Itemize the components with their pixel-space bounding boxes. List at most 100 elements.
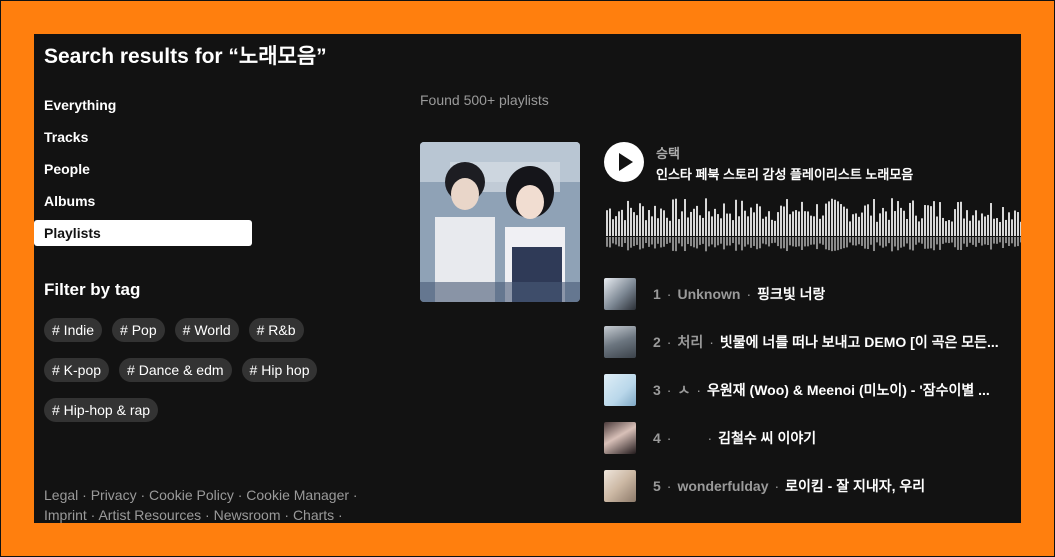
waveform-bar-reflection bbox=[777, 237, 779, 247]
tag-hip-hop-rap[interactable]: # Hip-hop & rap bbox=[44, 398, 159, 422]
track-row[interactable]: 4 · · 김철수 씨 이야기 bbox=[604, 422, 1021, 454]
waveform-bar bbox=[762, 218, 764, 236]
waveform-bar-reflection bbox=[696, 237, 698, 249]
track-title[interactable]: 빗물에 너를 떠나 보내고 DEMO [이 곡은 모든... bbox=[720, 332, 999, 352]
waveform-bar-reflection bbox=[621, 237, 623, 247]
track-row[interactable]: 5 · wonderfulday · 로이킴 - 잘 지내자, 우리 bbox=[604, 470, 1021, 502]
waveform-bar bbox=[810, 215, 812, 236]
waveform-bar bbox=[777, 212, 779, 236]
waveform-bar bbox=[696, 205, 698, 236]
playlist-cover-image[interactable] bbox=[420, 142, 580, 302]
waveform-bar-reflection bbox=[675, 237, 677, 252]
footer-links-line-2[interactable]: Imprint · Artist Resources · Newsroom · … bbox=[44, 505, 374, 523]
track-artwork bbox=[604, 470, 636, 502]
waveform-bar-reflection bbox=[633, 237, 635, 247]
waveform-bar-reflection bbox=[828, 237, 830, 251]
waveform-bar-reflection bbox=[744, 237, 746, 247]
waveform-bar-reflection bbox=[717, 237, 719, 246]
track-uploader[interactable]: 처리 bbox=[677, 332, 703, 352]
waveform-bar-reflection bbox=[990, 237, 992, 250]
waveform-bar-reflection bbox=[681, 237, 683, 247]
nav-item-albums[interactable]: Albums bbox=[34, 188, 252, 214]
waveform-bar bbox=[978, 220, 980, 236]
waveform-bar-reflection bbox=[810, 237, 812, 245]
nav-item-playlists[interactable]: Playlists bbox=[34, 220, 252, 246]
waveform-bar bbox=[1002, 207, 1004, 236]
waveform[interactable] bbox=[606, 198, 1021, 258]
track-row[interactable]: 1 · Unknown · 핑크빛 너랑 bbox=[604, 278, 1021, 310]
track-uploader[interactable]: wonderfulday bbox=[677, 478, 768, 494]
waveform-bar-reflection bbox=[867, 237, 869, 250]
nav-item-everything[interactable]: Everything bbox=[34, 92, 252, 118]
play-button[interactable] bbox=[604, 142, 644, 182]
waveform-bar-reflection bbox=[768, 237, 770, 247]
waveform-bar bbox=[807, 211, 809, 236]
track-artwork bbox=[604, 278, 636, 310]
waveform-bar bbox=[744, 210, 746, 236]
waveform-bar-reflection bbox=[972, 237, 974, 245]
tag-hip-hop[interactable]: # Hip hop bbox=[241, 358, 318, 382]
waveform-bar-reflection bbox=[612, 237, 614, 244]
waveform-bar-reflection bbox=[729, 237, 731, 246]
waveform-bar-reflection bbox=[939, 237, 941, 250]
waveform-bar-reflection bbox=[966, 237, 968, 247]
waveform-bar-reflection bbox=[702, 237, 704, 244]
track-row[interactable]: 3 · ㅅ · 우원재 (Woo) & Meenoi (미노이) - '잠수이별… bbox=[604, 374, 1021, 406]
waveform-bar bbox=[936, 216, 938, 236]
waveform-bar-reflection bbox=[1017, 237, 1019, 247]
waveform-bar bbox=[903, 210, 905, 236]
waveform-bar bbox=[606, 210, 608, 236]
waveform-bar bbox=[837, 201, 839, 236]
waveform-bar bbox=[906, 218, 908, 236]
tag-pop[interactable]: # Pop bbox=[112, 318, 165, 342]
playlist-title[interactable]: 인스타 페북 스토리 감성 플레이리스트 노래모음 bbox=[656, 164, 913, 183]
waveform-bar bbox=[765, 216, 767, 236]
waveform-bar-reflection bbox=[879, 237, 881, 246]
waveform-bar-reflection bbox=[969, 237, 971, 243]
track-title[interactable]: 핑크빛 너랑 bbox=[757, 284, 825, 304]
nav-item-people[interactable]: People bbox=[34, 156, 252, 182]
waveform-bar-reflection bbox=[801, 237, 803, 250]
waveform-bar bbox=[768, 211, 770, 236]
track-title[interactable]: 우원재 (Woo) & Meenoi (미노이) - '잠수이별 ... bbox=[707, 380, 990, 400]
waveform-bar-reflection bbox=[852, 237, 854, 246]
nav-item-tracks[interactable]: Tracks bbox=[34, 124, 252, 150]
track-uploader[interactable]: ㅅ bbox=[677, 380, 690, 400]
waveform-bar-reflection bbox=[687, 237, 689, 245]
waveform-bar-reflection bbox=[615, 237, 617, 245]
waveform-bar bbox=[789, 214, 791, 236]
tag-rnb[interactable]: # R&b bbox=[248, 318, 304, 342]
waveform-bar-reflection bbox=[1011, 237, 1013, 244]
waveform-bar bbox=[942, 217, 944, 236]
tag-world[interactable]: # World bbox=[174, 318, 239, 342]
waveform-bar-reflection bbox=[963, 237, 965, 244]
waveform-bar bbox=[666, 217, 668, 236]
waveform-bar bbox=[729, 213, 731, 236]
footer-links[interactable]: Legal · Privacy · Cookie Policy · Cookie… bbox=[44, 485, 374, 523]
tag-kpop[interactable]: # K-pop bbox=[44, 358, 110, 382]
waveform-bar-reflection bbox=[849, 237, 851, 243]
track-title[interactable]: 로이킴 - 잘 지내자, 우리 bbox=[785, 476, 925, 496]
track-title[interactable]: 김철수 씨 이야기 bbox=[718, 428, 816, 448]
waveform-bar bbox=[1017, 212, 1019, 236]
waveform-bar bbox=[846, 208, 848, 236]
waveform-bar bbox=[852, 214, 854, 236]
playlist-uploader[interactable]: 승택 bbox=[656, 143, 680, 162]
tag-indie[interactable]: # Indie bbox=[44, 318, 103, 342]
track-uploader[interactable]: Unknown bbox=[677, 286, 740, 302]
waveform-bar bbox=[933, 201, 935, 236]
waveform-bar bbox=[1020, 221, 1021, 236]
footer-links-line-1[interactable]: Legal · Privacy · Cookie Policy · Cookie… bbox=[44, 485, 374, 505]
waveform-bar-reflection bbox=[786, 237, 788, 252]
waveform-bar bbox=[792, 211, 794, 236]
waveform-bar bbox=[771, 219, 773, 236]
tag-dance-edm[interactable]: # Dance & edm bbox=[119, 358, 232, 382]
waveform-bar-reflection bbox=[807, 237, 809, 247]
waveform-bar bbox=[969, 220, 971, 236]
waveform-bar-reflection bbox=[1008, 237, 1010, 246]
waveform-bar-reflection bbox=[906, 237, 908, 244]
waveform-bar bbox=[720, 218, 722, 236]
track-number: 1 bbox=[653, 286, 661, 302]
waveform-bar bbox=[816, 204, 818, 236]
track-row[interactable]: 2 · 처리 · 빗물에 너를 떠나 보내고 DEMO [이 곡은 모든... bbox=[604, 326, 1021, 358]
